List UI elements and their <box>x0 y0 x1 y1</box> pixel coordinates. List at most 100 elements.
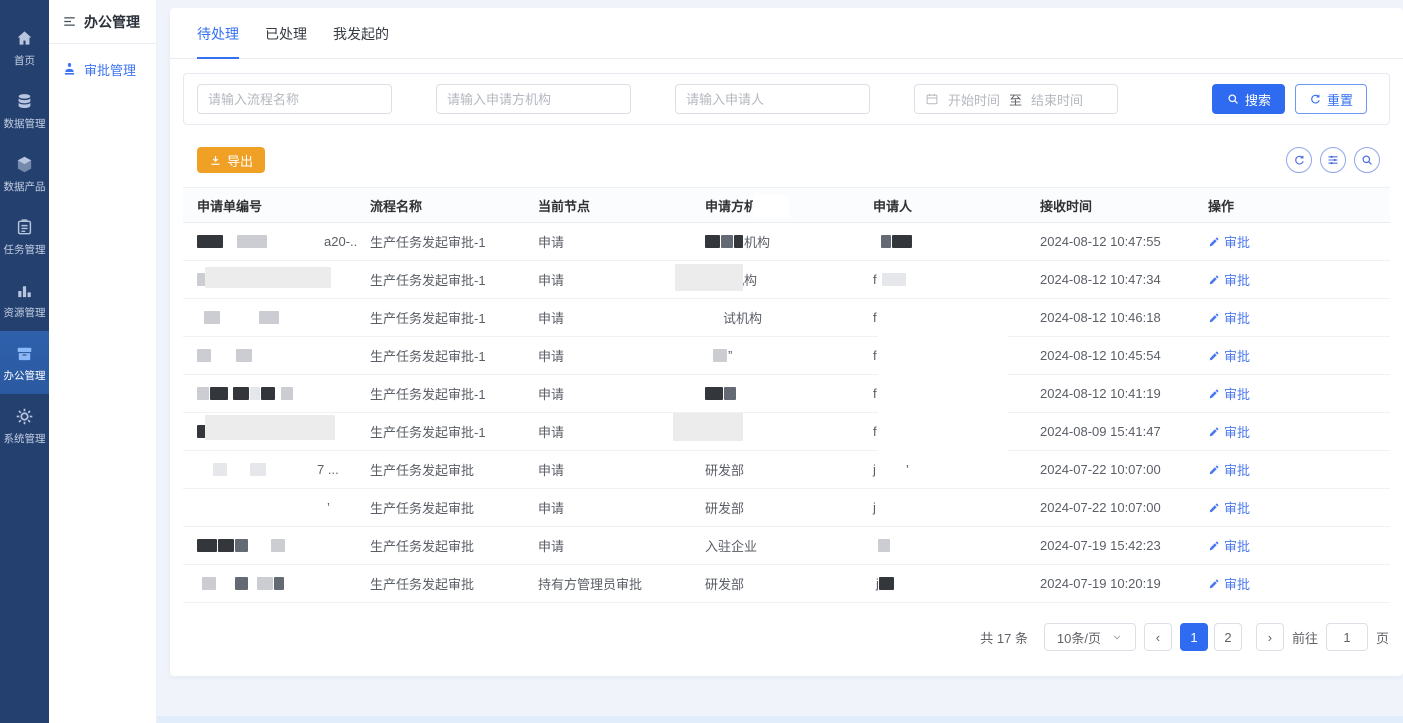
cell-action: 审批 <box>1194 460 1390 479</box>
approve-link[interactable]: 审批 <box>1208 574 1250 593</box>
cell-applicant: j <box>859 500 1026 515</box>
cell-gap <box>268 241 324 242</box>
approve-link[interactable]: 审批 <box>1208 270 1250 289</box>
table-zoom-button[interactable] <box>1354 147 1380 173</box>
cell-org <box>691 387 859 400</box>
sidebar-item-data-management[interactable]: 数据管理 <box>0 79 49 142</box>
cell-node: 申请 <box>524 536 691 555</box>
export-button[interactable]: 导出 <box>197 147 265 173</box>
sidebar-item-label: 首页 <box>14 53 35 68</box>
cell-action: 审批 <box>1194 308 1390 327</box>
archive-icon <box>15 343 34 363</box>
cell-gap <box>873 241 881 242</box>
redaction-block <box>235 577 248 590</box>
edit-pen-icon <box>1208 540 1220 552</box>
approve-link[interactable]: 审批 <box>1208 384 1250 403</box>
cell-order <box>183 387 356 400</box>
cell-flow: 生产任务发起审批-1 <box>356 384 524 403</box>
date-range-picker[interactable]: 开始时间 至 结束时间 <box>914 84 1118 114</box>
cell-gap <box>197 507 327 508</box>
primary-sidebar: 首页数据管理数据产品任务管理资源管理办公管理系统管理 <box>0 0 49 723</box>
cell-text: f <box>873 310 877 325</box>
approve-link[interactable]: 审批 <box>1208 232 1250 251</box>
redaction-block <box>713 349 727 362</box>
approve-link[interactable]: 审批 <box>1208 346 1250 365</box>
cell-text: a20-... <box>324 234 356 249</box>
cell-order <box>183 577 356 590</box>
cell-node: 申请 <box>524 498 691 517</box>
cell-applicant: j <box>859 576 1026 591</box>
approve-link[interactable]: 审批 <box>1208 536 1250 555</box>
refresh-icon <box>1309 93 1322 106</box>
sidebar-item-label: 系统管理 <box>4 431 46 446</box>
cell-text: 研发部 <box>705 460 744 479</box>
cell-text: 机构 <box>744 232 770 251</box>
cell-node: 申请 <box>524 346 691 365</box>
goto-page-input[interactable] <box>1326 623 1368 651</box>
redaction-block <box>197 349 211 362</box>
sidebar-item-system-management[interactable]: 系统管理 <box>0 394 49 457</box>
submenu-item-label: 审批管理 <box>84 60 136 79</box>
edit-pen-icon <box>1208 236 1220 248</box>
submenu-item-approval-management[interactable]: 审批管理 <box>49 60 156 79</box>
cell-org: 研发部 <box>691 574 859 593</box>
sidebar-item-office-management[interactable]: 办公管理 <box>0 331 49 394</box>
page-2-button[interactable]: 2 <box>1214 623 1242 651</box>
approve-link[interactable]: 审批 <box>1208 460 1250 479</box>
approve-link[interactable]: 审批 <box>1208 498 1250 517</box>
cell-gap <box>705 355 713 356</box>
tab-processed[interactable]: 已处理 <box>265 24 307 58</box>
cell-action: 审批 <box>1194 270 1390 289</box>
cell-action: 审批 <box>1194 498 1390 517</box>
approve-link[interactable]: 审批 <box>1208 308 1250 327</box>
redaction-block <box>281 387 293 400</box>
next-page-button[interactable]: › <box>1256 623 1284 651</box>
cell-action: 审批 <box>1194 536 1390 555</box>
redaction-block <box>257 577 273 590</box>
cell-applicant: f <box>859 272 1026 287</box>
date-start-placeholder: 开始时间 <box>948 90 1000 109</box>
cell-time: 2024-07-19 15:42:23 <box>1026 538 1194 553</box>
sidebar-item-resource-management[interactable]: 资源管理 <box>0 268 49 331</box>
cell-action: 审批 <box>1194 384 1390 403</box>
app-root: 首页数据管理数据产品任务管理资源管理办公管理系统管理 办公管理 审批管理 待处理… <box>0 0 1403 723</box>
approve-link[interactable]: 审批 <box>1208 422 1250 441</box>
table-row: 生产任务发起审批-1申请f2024-08-12 10:41:19审批 <box>183 375 1390 413</box>
flow-name-input[interactable] <box>197 84 392 114</box>
redaction-block <box>879 577 894 590</box>
search-button[interactable]: 搜索 <box>1212 84 1285 114</box>
applicant-org-input[interactable] <box>436 84 631 114</box>
redaction-block <box>197 387 209 400</box>
tab-pending[interactable]: 待处理 <box>197 24 239 59</box>
cell-time: 2024-07-22 10:07:00 <box>1026 500 1194 515</box>
cell-flow: 生产任务发起审批 <box>356 536 524 555</box>
sidebar-item-label: 办公管理 <box>4 368 46 383</box>
cell-gap <box>249 583 257 584</box>
page-size-select[interactable]: 10条/页 <box>1044 623 1136 651</box>
table-refresh-button[interactable] <box>1286 147 1312 173</box>
cell-node: 申请 <box>524 460 691 479</box>
cell-gap <box>212 355 236 356</box>
column-header-applicant: 申请人 <box>859 196 1026 215</box>
sidebar-item-home[interactable]: 首页 <box>0 16 49 79</box>
redaction-block <box>892 235 912 248</box>
column-settings-button[interactable] <box>1320 147 1346 173</box>
table-row: 生产任务发起审批持有方管理员审批研发部j2024-07-19 10:20:19审… <box>183 565 1390 603</box>
applicant-input[interactable] <box>675 84 870 114</box>
edit-pen-icon <box>1208 426 1220 438</box>
reset-button[interactable]: 重置 <box>1295 84 1367 114</box>
cell-gap <box>228 469 250 470</box>
collapse-menu-icon[interactable] <box>62 14 77 29</box>
calendar-icon <box>925 92 939 106</box>
cell-text: 试机构 <box>723 308 762 327</box>
redaction-block <box>261 387 275 400</box>
tab-initiated[interactable]: 我发起的 <box>333 24 389 58</box>
edit-pen-icon <box>1208 388 1220 400</box>
prev-page-button[interactable]: ‹ <box>1144 623 1172 651</box>
redaction-block <box>271 539 285 552</box>
redaction-block <box>236 349 252 362</box>
sidebar-item-data-products[interactable]: 数据产品 <box>0 142 49 205</box>
page-1-button[interactable]: 1 <box>1180 623 1208 651</box>
redaction-block <box>213 463 227 476</box>
sidebar-item-task-management[interactable]: 任务管理 <box>0 205 49 268</box>
